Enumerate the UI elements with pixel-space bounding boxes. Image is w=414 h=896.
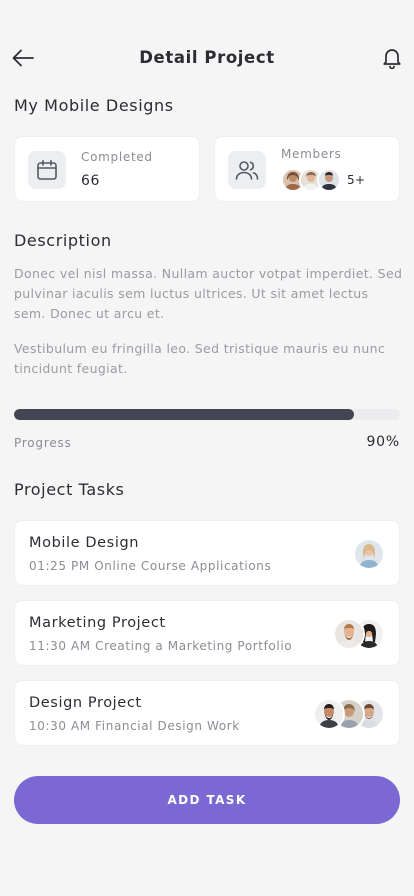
users-icon	[235, 161, 259, 180]
task-subtitle: 11:30 AM Creating a Marketing Portfolio	[29, 639, 293, 653]
description-paragraph: Donec vel nisl massa. Nullam auctor votp…	[14, 266, 403, 321]
description-heading: Description	[14, 231, 112, 250]
avatar	[333, 618, 365, 650]
completed-icon-box	[28, 151, 66, 189]
task-card[interactable]: Mobile Design 01:25 PM Online Course App…	[14, 520, 400, 586]
calendar-icon	[37, 160, 57, 180]
avatar	[317, 168, 341, 192]
members-label: Members	[281, 147, 342, 161]
completed-card: Completed 66	[14, 136, 200, 202]
tasks-heading: Project Tasks	[14, 480, 125, 499]
task-subtitle: 10:30 AM Financial Design Work	[29, 719, 240, 733]
task-avatars	[333, 618, 385, 650]
progress-label: Progress	[14, 436, 72, 450]
task-subtitle: 01:25 PM Online Course Applications	[29, 559, 272, 573]
page-title: Detail Project	[139, 48, 275, 67]
task-title: Marketing Project	[29, 615, 166, 631]
progress-fill	[14, 409, 354, 420]
task-avatars	[353, 538, 385, 570]
avatar	[313, 698, 345, 730]
progress-bar	[14, 409, 400, 420]
bell-icon	[383, 49, 401, 69]
task-card[interactable]: Marketing Project 11:30 AM Creating a Ma…	[14, 600, 400, 666]
project-name: My Mobile Designs	[14, 96, 174, 115]
avatar	[353, 538, 385, 570]
task-card[interactable]: Design Project 10:30 AM Financial Design…	[14, 680, 400, 746]
add-task-button[interactable]: ADD TASK	[14, 776, 400, 824]
completed-value: 66	[81, 173, 101, 189]
task-avatars	[313, 698, 385, 730]
task-title: Design Project	[29, 695, 142, 711]
description-paragraph: Vestibulum eu fringilla leo. Sed tristiq…	[14, 341, 386, 376]
member-avatars: 5+	[281, 168, 366, 192]
notifications-button[interactable]	[380, 46, 404, 70]
members-icon-box	[228, 151, 266, 189]
members-card[interactable]: Members 5+	[214, 136, 400, 202]
completed-label: Completed	[81, 150, 153, 164]
members-more-count: 5+	[347, 173, 366, 187]
progress-value: 90%	[366, 434, 400, 450]
header: Detail Project	[0, 36, 414, 80]
task-title: Mobile Design	[29, 535, 140, 551]
